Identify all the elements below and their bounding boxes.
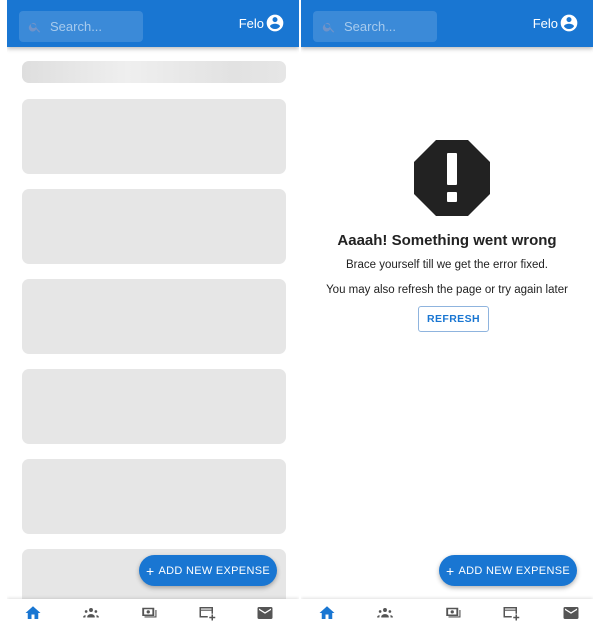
credit-card-add-icon (503, 606, 520, 620)
bottom-navigation (301, 599, 593, 626)
search-box[interactable] (313, 11, 437, 42)
nav-home[interactable] (307, 599, 347, 626)
skeleton-card (22, 279, 286, 354)
search-icon (322, 22, 335, 33)
search-input[interactable] (344, 19, 429, 34)
search-input[interactable] (50, 19, 135, 34)
money-icon (142, 607, 157, 617)
nav-groups[interactable] (71, 599, 111, 626)
home-icon (319, 605, 335, 619)
error-message: Brace yourself till we get the error fix… (346, 259, 548, 271)
nav-payments[interactable] (433, 599, 473, 626)
user-name: Felo (238, 15, 264, 31)
plus-icon: + (446, 562, 455, 579)
account-circle-icon (560, 14, 578, 32)
plus-icon: + (146, 562, 155, 579)
app-stage: Felo + ADD NEW EXPENSE (0, 0, 593, 626)
error-hint: You may also refresh the page or try aga… (326, 284, 568, 296)
nav-add-card[interactable] (187, 599, 227, 626)
skeleton-card (22, 369, 286, 444)
add-new-expense-button[interactable]: + ADD NEW EXPENSE (439, 555, 577, 586)
user-menu[interactable]: Felo (533, 13, 579, 33)
user-menu[interactable]: Felo (239, 13, 285, 33)
refresh-button[interactable]: REFRESH (418, 306, 489, 332)
add-new-expense-label: ADD NEW EXPENSE (158, 564, 270, 577)
bottom-navigation (7, 599, 299, 626)
user-name: Felo (532, 15, 558, 31)
nav-home[interactable] (13, 599, 53, 626)
nav-add-card[interactable] (491, 599, 531, 626)
skeleton-card (22, 189, 286, 264)
mail-icon (257, 606, 273, 619)
skeleton-header-bar (22, 61, 286, 83)
app-bar: Felo (301, 0, 593, 47)
nav-messages[interactable] (245, 599, 285, 626)
mail-icon (563, 606, 579, 619)
account-circle-icon (266, 14, 284, 32)
credit-card-add-icon (199, 606, 216, 620)
app-bar: Felo (7, 0, 299, 47)
error-screen: Felo Aaaah! Something went wrong Brace y… (301, 0, 593, 626)
nav-groups[interactable] (365, 599, 405, 626)
nav-messages[interactable] (551, 599, 591, 626)
nav-payments[interactable] (129, 599, 169, 626)
add-new-expense-label: ADD NEW EXPENSE (458, 564, 570, 577)
skeleton-card (22, 99, 286, 174)
add-new-expense-button[interactable]: + ADD NEW EXPENSE (139, 555, 277, 586)
search-box[interactable] (19, 11, 143, 42)
error-title: Aaaah! Something went wrong (337, 232, 557, 249)
skeleton-card (22, 459, 286, 534)
search-icon (28, 22, 41, 33)
people-icon (377, 607, 393, 617)
loading-screen: Felo + ADD NEW EXPENSE (7, 0, 299, 626)
home-icon (25, 605, 41, 619)
report-octagon-icon (414, 140, 490, 216)
money-icon (446, 607, 461, 617)
people-icon (83, 607, 99, 617)
refresh-label: REFRESH (427, 313, 480, 325)
